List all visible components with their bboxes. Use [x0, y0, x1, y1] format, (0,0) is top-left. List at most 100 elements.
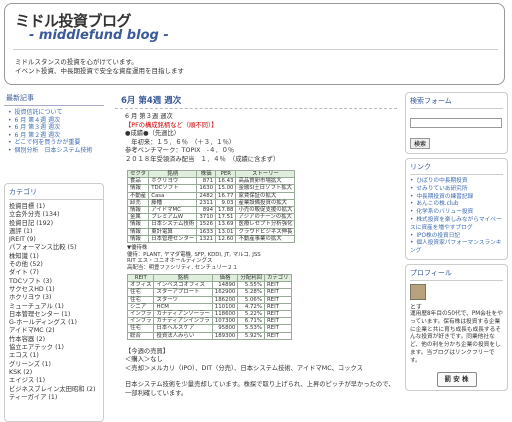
- table-cell: 2482: [196, 191, 217, 200]
- table-row: シニア HCM 110100 4.72% REIT: [126, 302, 292, 312]
- table-cell: 食品: [126, 177, 150, 186]
- recent-post-link[interactable]: 6 月 第２週 週次: [8, 132, 104, 140]
- category-link[interactable]: パフォーマンス比較 (5): [9, 244, 103, 252]
- blog-subtitle: - middlefund blog -: [29, 28, 169, 43]
- category-link[interactable]: 投資日記 (192): [9, 220, 103, 228]
- table-cell: 16.77: [215, 191, 237, 200]
- table-cell: 総合: [126, 331, 155, 340]
- table-cell: REIT: [263, 295, 292, 304]
- post-line: 6 月 第３週 週次: [125, 113, 173, 120]
- category-link[interactable]: ホクリヨウ (3): [9, 294, 103, 302]
- table-cell: 卸売: [126, 198, 150, 208]
- table-cell[interactable]: Casa: [148, 191, 198, 200]
- category-link[interactable]: 立会外分売 (134): [9, 211, 103, 219]
- category-link[interactable]: KSK (2): [9, 369, 103, 377]
- table-cell: REIT: [263, 288, 292, 297]
- table-row: 情報 東計電算 1633 13.01 クラウドビジネス伸長: [126, 227, 296, 236]
- external-link[interactable]: 個人投資家パフォーマンスランキング: [410, 240, 503, 256]
- table-cell: 住宅: [126, 288, 155, 297]
- search-button[interactable]: 検索: [410, 138, 431, 149]
- table-cell: 15.00: [215, 184, 237, 193]
- post-line: 参考ベンチマーク：TOPIX -４．０％: [125, 147, 235, 154]
- table-cell: 186200: [211, 295, 239, 304]
- table-header-cell: ストーリー: [235, 169, 296, 179]
- category-link[interactable]: ダイト (7): [9, 269, 103, 277]
- table-cell: 4.72%: [237, 302, 265, 312]
- table-header-cell: セクタ: [126, 169, 150, 179]
- table-cell[interactable]: 日本ヘルスケア: [153, 324, 213, 333]
- search-input[interactable]: [410, 117, 502, 128]
- table-cell: 1633: [196, 227, 217, 236]
- table-cell: 3710: [196, 213, 217, 222]
- table-cell[interactable]: スターアプロート: [153, 288, 213, 297]
- blog-header: ミドル投資ブログ - middlefund blog - ミドルスタンスの投資を…: [4, 3, 505, 85]
- header-divider: [13, 49, 498, 50]
- table-cell: 110100: [211, 302, 239, 312]
- right-sidebar: 検索フォーム 検索 リンク ひばりの中長期投資せみりていあ研究所中長期投資の練習…: [405, 92, 508, 395]
- external-link[interactable]: 化学系のバリュー投資: [410, 209, 503, 217]
- table-cell[interactable]: カナディアンインフラ: [153, 317, 213, 326]
- category-link[interactable]: 週評 (1): [9, 228, 103, 236]
- table-cell[interactable]: ホクリヨウ: [148, 177, 198, 186]
- links-box: リンク ひばりの中長期投資せみりていあ研究所中長期投資の練習記録あんこの株.cl…: [405, 158, 508, 260]
- table-cell: 金属: [126, 213, 150, 222]
- table-cell[interactable]: プレミアムW: [148, 213, 198, 222]
- changes-sub: ＜購入＞なし: [125, 356, 163, 364]
- table-cell: 13.69: [215, 220, 237, 229]
- category-box: カテゴリ 投資目標 (1) 立会外分売 (134) 投資日記 (192) 週評 (1)…: [4, 183, 104, 422]
- category-link[interactable]: 竹本容器 (2): [9, 336, 103, 344]
- table-cell[interactable]: 投資法人みらい: [153, 331, 213, 340]
- table-cell[interactable]: カナディアンソーラー: [153, 310, 213, 319]
- category-link[interactable]: エコス (1): [9, 352, 103, 360]
- table-cell[interactable]: TDCソフト: [148, 184, 198, 193]
- table-cell[interactable]: 東計電算: [148, 227, 198, 236]
- category-link[interactable]: ビジネスブレイン太田昭和 (2): [9, 386, 103, 394]
- table-header-cell: 分配利回: [237, 274, 265, 283]
- category-link[interactable]: 日本管理センター (1): [9, 311, 103, 319]
- category-link[interactable]: エイジス (1): [9, 377, 103, 385]
- table-cell[interactable]: インベスコオフィス: [153, 281, 213, 290]
- external-link[interactable]: 株式投資を楽しみながらマイペースに資産を増やすブログ: [410, 217, 503, 233]
- search-box: 検索フォーム 検索: [405, 92, 508, 154]
- table-cell: 情報: [126, 184, 150, 193]
- table-cell[interactable]: 藤幡: [148, 198, 198, 208]
- table-cell: 6.71%: [237, 317, 265, 326]
- recent-post-link[interactable]: 6 月 第３週 週次: [8, 124, 104, 132]
- recent-post-link[interactable]: 投資信託について: [8, 109, 104, 117]
- category-title: カテゴリ: [9, 187, 103, 200]
- table-cell: シニア: [126, 302, 155, 312]
- recent-post-link[interactable]: どこで何を買うかが重要: [8, 139, 104, 147]
- table-cell[interactable]: 日本システム技術: [148, 220, 198, 229]
- category-link[interactable]: ティーガイア (1): [9, 394, 103, 402]
- table-cell[interactable]: HCM: [153, 302, 213, 312]
- table-cell: REIT: [263, 317, 292, 326]
- category-link[interactable]: 株知識 (1): [9, 253, 103, 261]
- external-link[interactable]: せみりていあ研究所: [410, 186, 503, 194]
- category-link[interactable]: ミューチュアル (1): [9, 303, 103, 311]
- table-cell[interactable]: 日本管理センター: [148, 234, 198, 244]
- closing-line: 日本システム技術を少量売却しています。株探で取り上げられ、上昇のピッチが早かった…: [125, 381, 395, 397]
- changes-title: 【今週の売買】: [125, 347, 170, 355]
- post-body: 6 月 第３週 週次 【PFの構成銘柄など（順不同）】 ●成績●（先週比） 年初…: [115, 113, 397, 164]
- external-link[interactable]: ひばりの中長期投資: [410, 178, 503, 186]
- table-cell: 871: [196, 177, 217, 186]
- table-header-cell: 銘柄: [148, 169, 198, 179]
- table-row: 食品 ホクリヨウ 871 16.43 高品質卵市場拡大: [126, 177, 296, 186]
- table-cell: 高品質卵市場拡大: [235, 177, 296, 186]
- recent-post-link[interactable]: 6 月 第４週 週次: [8, 117, 104, 125]
- table-cell: クラウドビジネス伸長: [235, 227, 296, 236]
- category-link[interactable]: TDCソフト (3): [9, 278, 103, 286]
- category-link[interactable]: グリーンズ (1): [9, 361, 103, 369]
- table-row: 情報 アイドマMC 894 17.88 小売の販促支援の拡大: [126, 206, 296, 215]
- post-title[interactable]: 6月 第4週 週次: [115, 92, 397, 109]
- table-cell: 107300: [211, 317, 239, 326]
- table-header-cell: 価格: [211, 274, 239, 283]
- category-link[interactable]: アイドマMC (2): [9, 327, 103, 335]
- table-cell: 5.22%: [237, 310, 265, 319]
- search-title: 検索フォーム: [410, 96, 503, 109]
- changes-line: ＜売却＞メルカリ（IPO）、DIT（分売）、日本システム技術、アイドマMC、コッ…: [125, 364, 363, 372]
- table-cell[interactable]: スターツ: [153, 295, 213, 304]
- recent-post-link[interactable]: 個別分析 日本システム技術: [8, 147, 104, 155]
- table-cell[interactable]: アイドマMC: [148, 206, 198, 215]
- desc-line-2: イベント投資、中長期投資で安全な資産運用を目指します: [15, 67, 184, 75]
